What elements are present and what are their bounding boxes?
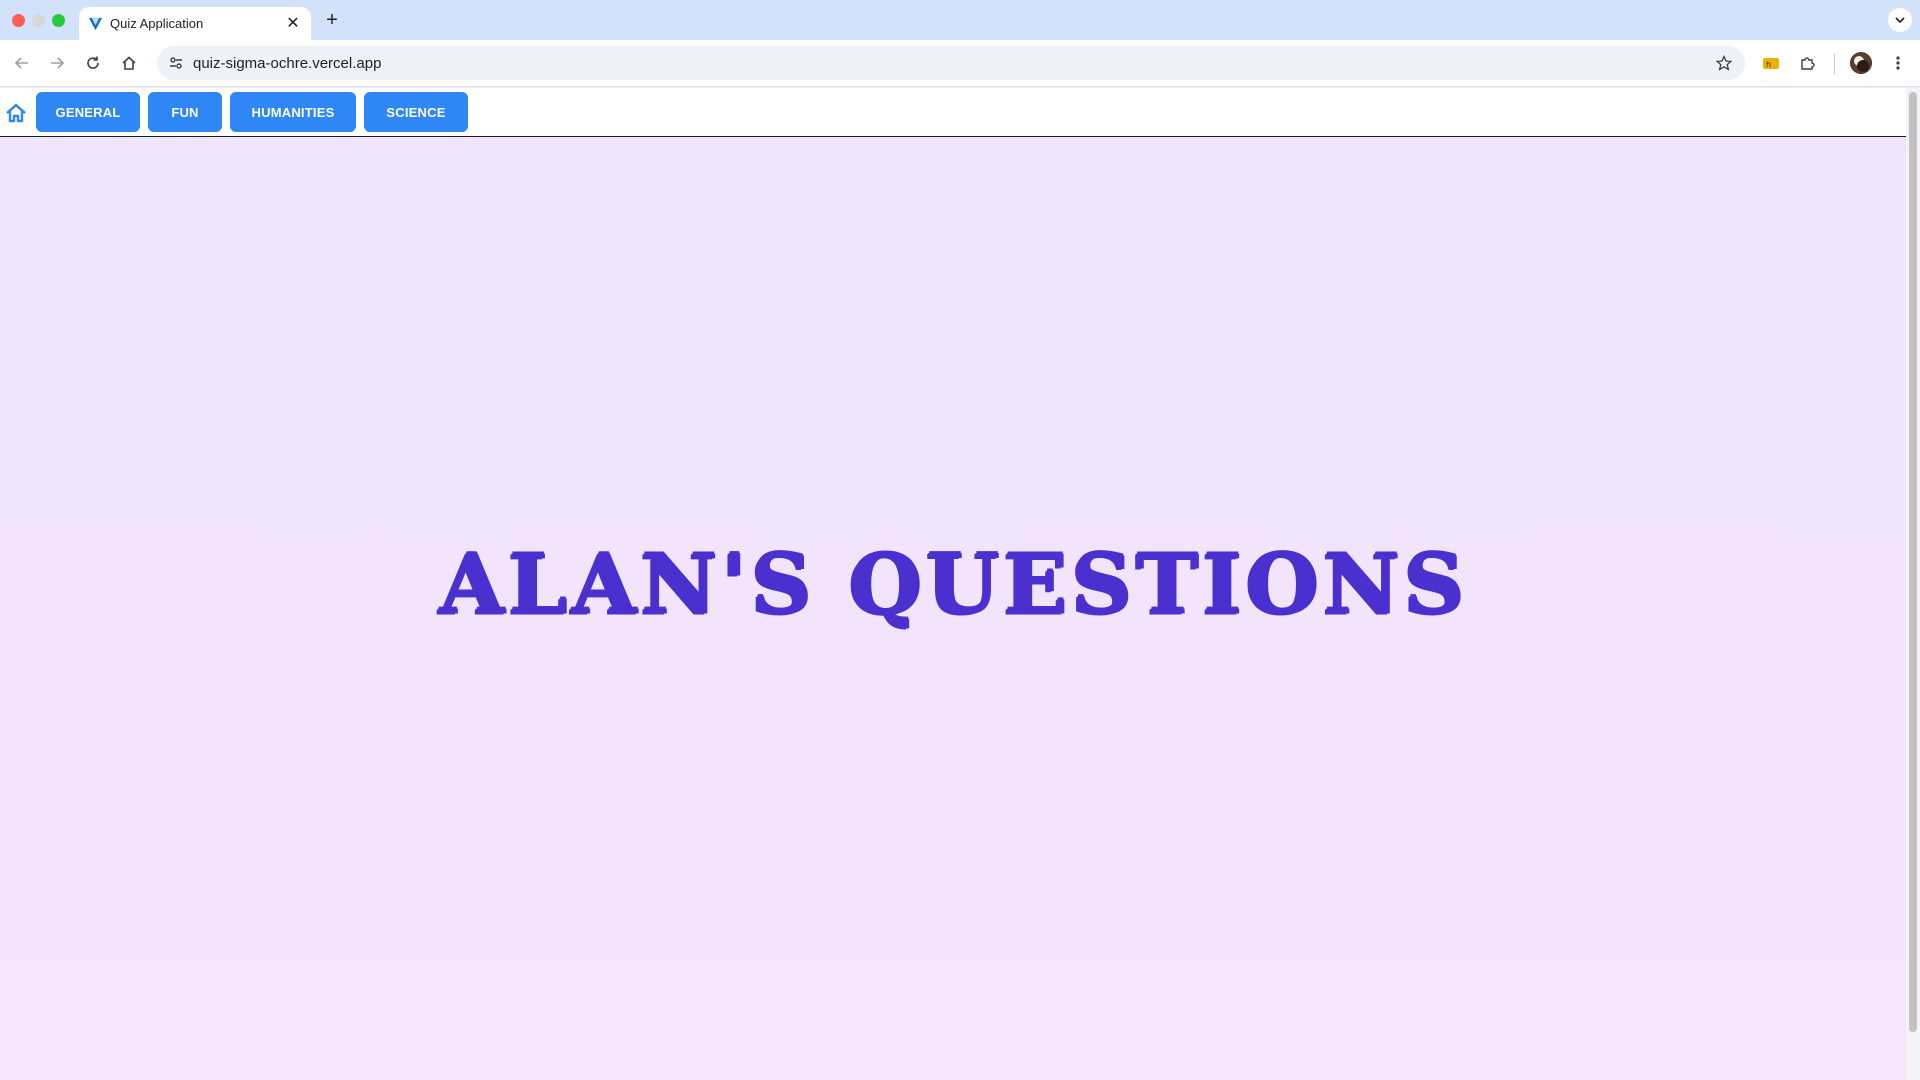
star-icon[interactable] (1713, 52, 1735, 74)
hero: ALAN'S QUESTIONS (0, 88, 1906, 1080)
back-icon[interactable] (9, 50, 35, 76)
menu-icon[interactable] (1885, 50, 1911, 76)
home-icon[interactable] (5, 102, 27, 124)
nav-general-button[interactable]: GENERAL (36, 92, 140, 132)
forward-icon[interactable] (44, 50, 70, 76)
tab-strip: Quiz Application ✕ + (0, 0, 1920, 40)
browser-toolbar: quiz-sigma-ochre.vercel.app h (0, 40, 1920, 87)
quiz-navbar: GENERAL FUN HUMANITIES SCIENCE (0, 88, 1906, 137)
svg-text:h: h (1766, 60, 1771, 69)
home-icon[interactable] (116, 50, 142, 76)
close-icon[interactable]: ✕ (283, 13, 303, 33)
puzzle-icon[interactable] (1794, 50, 1820, 76)
reload-icon[interactable] (80, 50, 106, 76)
minimize-window-button[interactable] (32, 14, 45, 27)
avatar[interactable] (1850, 52, 1872, 74)
page-content: ALAN'S QUESTIONS GENERAL FUN HUMANITIES … (0, 88, 1920, 1080)
scrollbar-thumb[interactable] (1909, 92, 1917, 1032)
tab-search-chevron-icon[interactable] (1888, 8, 1912, 32)
page-title: ALAN'S QUESTIONS (438, 535, 1468, 633)
url-text: quiz-sigma-ochre.vercel.app (193, 55, 382, 72)
nav-science-button[interactable]: SCIENCE (364, 92, 468, 132)
toolbar-divider (1834, 54, 1835, 74)
plus-icon[interactable]: + (320, 8, 344, 32)
maximize-window-button[interactable] (52, 14, 65, 27)
close-window-button[interactable] (12, 14, 25, 27)
address-bar[interactable]: quiz-sigma-ochre.vercel.app (157, 46, 1745, 80)
scrollbar[interactable] (1906, 88, 1920, 1080)
tab-title: Quiz Application (110, 16, 204, 31)
vuetify-favicon-icon (88, 17, 103, 31)
browser-tab[interactable]: Quiz Application ✕ (79, 7, 311, 40)
nav-fun-button[interactable]: FUN (148, 92, 222, 132)
site-info-icon[interactable] (165, 52, 187, 74)
nav-humanities-button[interactable]: HUMANITIES (230, 92, 356, 132)
extension-icon[interactable]: h (1758, 50, 1784, 76)
